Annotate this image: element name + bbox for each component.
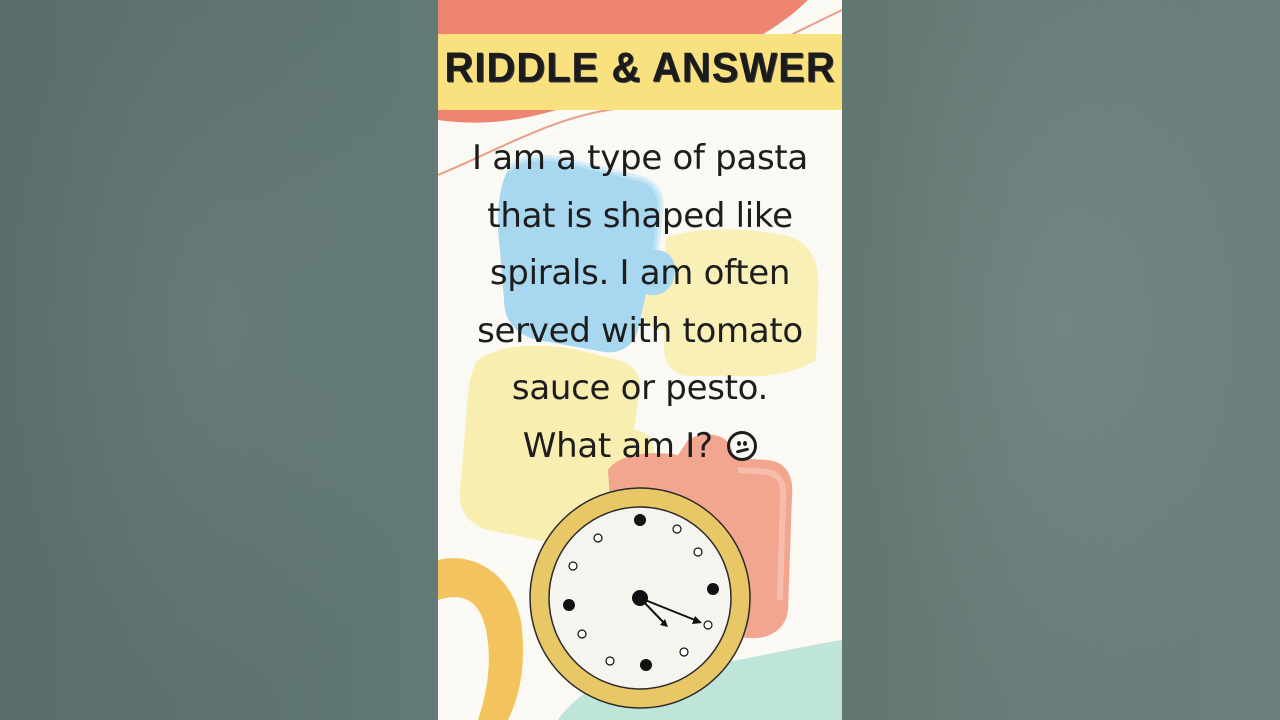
clock-icon [529,487,751,709]
riddle-line-2: that is shaped like [487,195,793,236]
riddle-line-6: What am I? [522,425,713,466]
yellow-arc [438,558,524,720]
riddle-text: I am a type of pasta that is shaped like… [440,130,840,475]
left-backdrop [0,0,438,720]
riddle-line-5: sauce or pesto. [511,368,769,408]
riddle-line-3: spirals. I am often [489,253,791,293]
riddle-line-1: I am a type of pasta [472,138,808,178]
riddle-line-4: served with tomato [477,310,803,351]
title-text: RIDDLE & ANSWER [444,44,836,92]
confused-face-icon [727,430,758,461]
video-frame[interactable]: RIDDLE & ANSWER I am a type of pasta tha… [438,0,842,720]
right-backdrop [842,0,1280,720]
